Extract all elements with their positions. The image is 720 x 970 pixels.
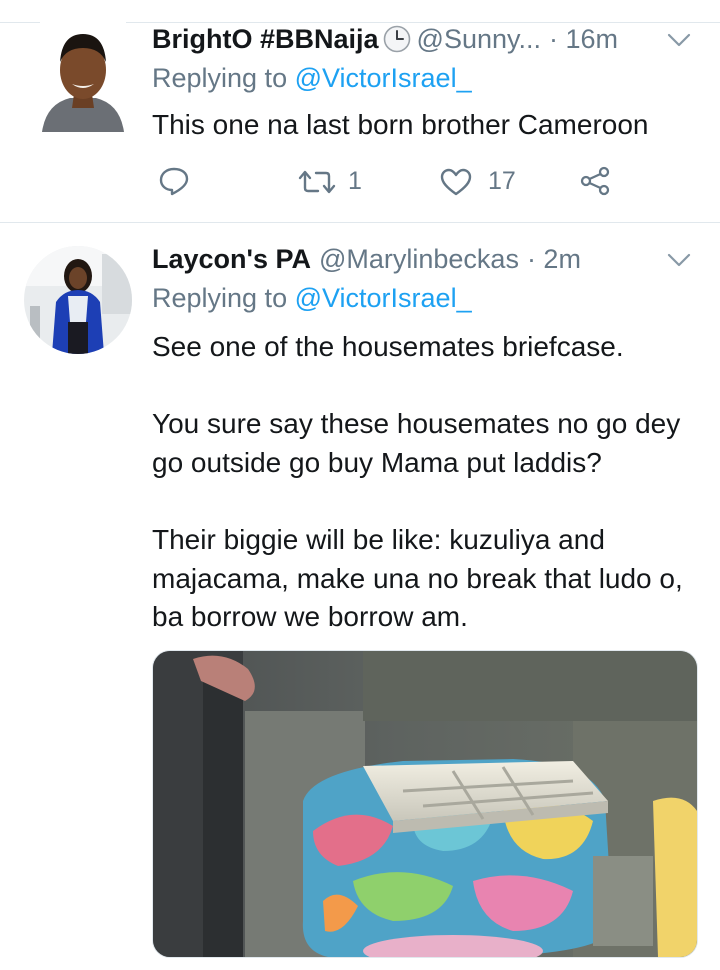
tweet-time[interactable]: · 2m xyxy=(527,244,581,275)
user-handle[interactable]: @Sunny... xyxy=(417,24,541,55)
replying-prefix: Replying to xyxy=(152,63,288,93)
tweet-text: This one na last born brother Cameroon xyxy=(152,109,649,140)
replying-prefix: Replying to xyxy=(152,283,288,313)
tweet-time[interactable]: · 16m xyxy=(549,24,618,55)
tweet-media-image[interactable] xyxy=(152,650,698,958)
replying-mention[interactable]: @VictorIsrael_ xyxy=(295,283,472,313)
clock-emoji-icon xyxy=(383,25,411,53)
tweet-header: Laycon's PA @Marylinbeckas · 2m xyxy=(152,241,581,277)
replying-to-line: Replying to @VictorIsrael_ xyxy=(152,63,472,94)
tweet-header: BrightO #BBNaija @Sunny... · 16m xyxy=(152,21,618,57)
heart-icon xyxy=(440,168,472,195)
share-button[interactable] xyxy=(580,166,610,196)
share-icon xyxy=(580,166,610,196)
retweet-icon xyxy=(298,170,336,193)
tweet-paragraph-1: See one of the housemates briefcase. xyxy=(152,331,624,362)
display-name[interactable]: BrightO #BBNaija xyxy=(152,24,379,55)
like-count: 17 xyxy=(488,167,516,195)
retweet-button[interactable]: 1 xyxy=(296,167,362,196)
replying-mention[interactable]: @VictorIsrael_ xyxy=(295,63,472,93)
like-button[interactable]: 17 xyxy=(440,167,516,196)
tweet-paragraph-2: You sure say these housemates no go dey … xyxy=(152,408,681,478)
tweet-paragraph-3: Their biggie will be like: kuzuliya and … xyxy=(152,524,683,632)
reply-icon xyxy=(159,167,189,196)
display-name[interactable]: Laycon's PA xyxy=(152,244,311,275)
avatar[interactable] xyxy=(40,22,126,132)
tweet-divider xyxy=(0,222,720,223)
user-handle[interactable]: @Marylinbeckas xyxy=(319,244,519,275)
avatar[interactable] xyxy=(24,246,132,354)
chevron-down-icon[interactable] xyxy=(666,32,692,48)
reply-button[interactable] xyxy=(158,166,190,196)
chevron-down-icon[interactable] xyxy=(666,252,692,268)
retweet-count: 1 xyxy=(348,167,362,195)
replying-to-line: Replying to @VictorIsrael_ xyxy=(152,283,472,314)
